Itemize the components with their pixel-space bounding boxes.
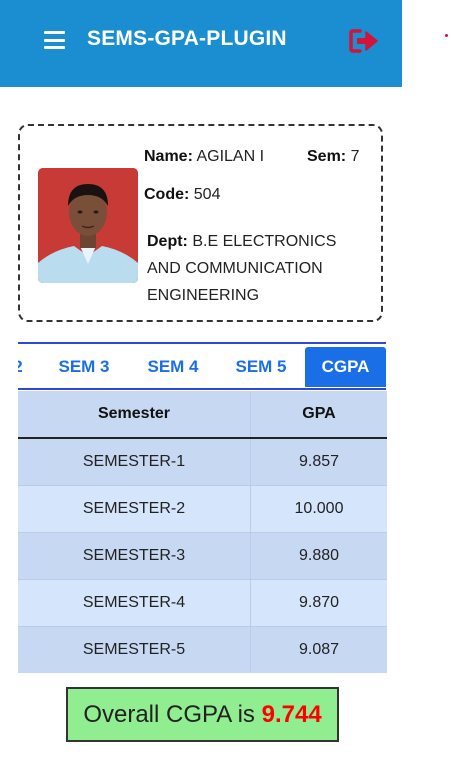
overall-cgpa-box: Overall CGPA is 9.744 — [66, 687, 339, 742]
tab-sem-5[interactable]: SEM 5 — [225, 347, 297, 387]
code-value: 504 — [193, 186, 221, 203]
gpa-cell: 9.857 — [250, 437, 387, 486]
code-label: Code: — [144, 186, 190, 203]
semester-cell: SEMESTER-4 — [18, 579, 251, 627]
tab-sem-3[interactable]: SEM 3 — [48, 347, 120, 387]
tab-cgpa[interactable]: CGPA — [305, 347, 386, 387]
tab-sem-4[interactable]: SEM 4 — [137, 347, 209, 387]
dept-label: Dept: — [147, 233, 188, 250]
sem-label: Sem: — [307, 148, 347, 165]
table-row: SEMESTER-1 9.857 — [18, 437, 387, 486]
gpa-cell: 9.087 — [250, 626, 387, 673]
gpa-cell: 9.870 — [250, 579, 387, 627]
semester-cell: SEMESTER-5 — [18, 626, 251, 673]
semester-column-header: Semester — [18, 391, 251, 439]
tab-sem-2[interactable]: 2 — [18, 347, 26, 387]
gpa-cell: 10.000 — [250, 485, 387, 533]
app-header: SEMS-GPA-PLUGIN — [0, 0, 402, 87]
table-row: SEMESTER-4 9.870 — [18, 579, 387, 627]
semester-cell: SEMESTER-3 — [18, 532, 251, 580]
hamburger-menu-icon[interactable] — [44, 31, 65, 49]
app-title: SEMS-GPA-PLUGIN — [87, 27, 287, 50]
semester-field: Sem: 7 — [307, 148, 359, 166]
cgpa-label: Overall CGPA is — [83, 701, 255, 728]
gpa-table: Semester GPA SEMESTER-1 9.857 SEMESTER-2… — [18, 391, 387, 673]
name-label: Name: — [144, 148, 193, 165]
semester-cell: SEMESTER-2 — [18, 485, 251, 533]
semester-tabs: 2 SEM 3 SEM 4 SEM 5 CGPA — [18, 342, 386, 390]
gpa-column-header: GPA — [250, 391, 387, 439]
student-photo — [38, 168, 138, 283]
student-profile-card: Name: AGILAN I Sem: 7 Code: 504 Dept: B.… — [18, 124, 383, 322]
table-row: SEMESTER-3 9.880 — [18, 532, 387, 580]
gpa-cell: 9.880 — [250, 532, 387, 580]
sem-value: 7 — [350, 148, 360, 165]
table-header-row: Semester GPA — [18, 391, 387, 439]
sign-out-icon[interactable] — [349, 28, 379, 54]
student-name-field: Name: AGILAN I — [144, 148, 264, 166]
table-row: SEMESTER-2 10.000 — [18, 485, 387, 533]
name-value: AGILAN I — [196, 148, 265, 165]
table-row: SEMESTER-5 9.087 — [18, 626, 387, 673]
semester-cell: SEMESTER-1 — [18, 437, 251, 486]
department-field: Dept: B.E ELECTRONICS AND COMMUNICATION … — [147, 228, 367, 309]
student-code-field: Code: 504 — [144, 186, 220, 204]
decorative-dot — [445, 34, 448, 37]
cgpa-value: 9.744 — [261, 701, 322, 728]
